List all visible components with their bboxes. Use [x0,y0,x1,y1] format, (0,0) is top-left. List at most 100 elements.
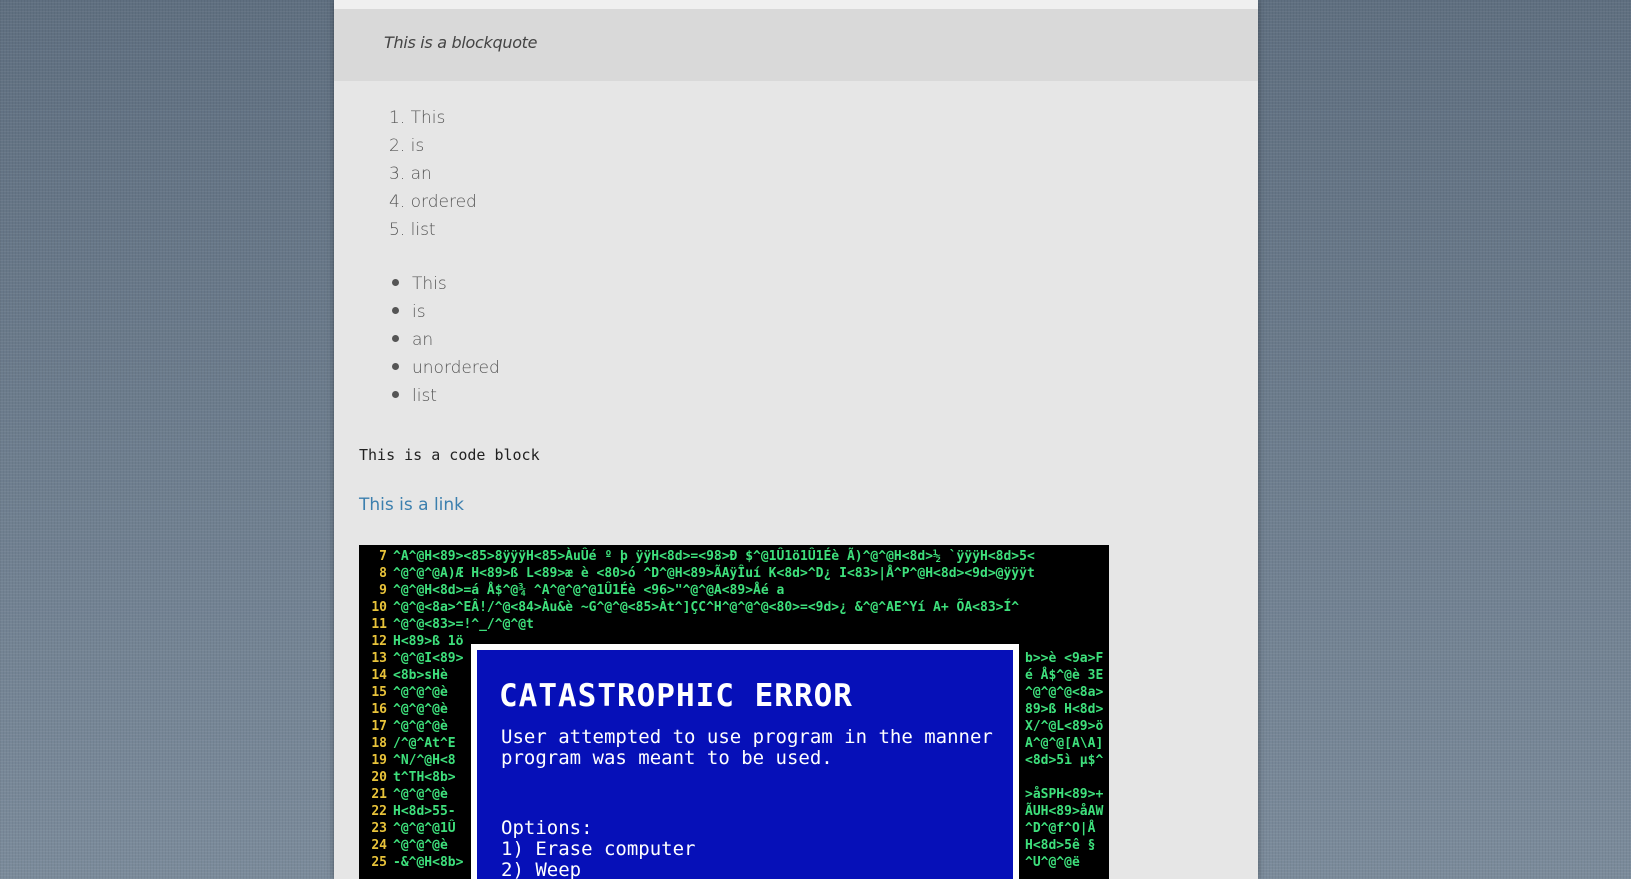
dialog-message-line2: program was meant to be used. [501,747,833,769]
line-number: 23 [371,821,387,836]
line-number: 24 [371,838,387,853]
line-text: ^@^@^@A)Æ H<89>ß L<89>æ è <80>ó ^D^@H<89… [393,566,1035,581]
terminal-fragment: ^D^@f^O|Å [1025,821,1096,836]
line-text: ^@^@<83>=!^_/^@^@t [393,617,534,632]
line-number: 20 [371,770,387,785]
terminal-line: 10 ^@^@<8a>^EÂ!/^@<84>Àu&è ~G^@^@<85>Àt^]… [359,600,1019,617]
line-number: 10 [371,600,387,615]
list-item-text: an [412,330,434,350]
line-number: 12 [371,634,387,649]
blockquote-text: This is a blockquote [384,33,538,52]
terminal-line: 7 ^A^@H<89><85>8ÿÿÿH<85>ÀuÛé º þ ÿÿH<8d>=… [359,549,1035,566]
terminal-line: 21 ^@^@^@è [359,787,448,804]
ordered-list-item: 2. is [389,136,425,156]
terminal-fragment: b>>è <9a>F [1025,651,1104,666]
terminal-fragment: 89>ß H<8d> [1025,702,1104,717]
unordered-list-item: This [389,274,500,302]
terminal-fragment: H<8d>5ê § [1025,838,1096,853]
line-number: 21 [371,787,387,802]
dialog-options-label: Options: [501,817,593,839]
line-text: ^A^@H<89><85>8ÿÿÿH<85>ÀuÛé º þ ÿÿH<8d>=<… [393,549,1035,564]
terminal-fragment: <8d>5ì µ$^ [1025,753,1104,768]
bullet-icon [392,335,399,342]
terminal-line: 20 t^TH<8b> [359,770,456,787]
line-number: 16 [371,702,387,717]
line-number: 17 [371,719,387,734]
blockquote: This is a blockquote [334,9,1258,81]
line-number: 13 [371,651,387,666]
terminal-fragment: ÃUH<89>åAW [1025,804,1104,819]
line-text: ^@^@^@è [393,838,448,853]
bullet-icon [392,279,399,286]
line-text: H<89>ß 1ö [393,634,464,649]
error-meme-image: 7 ^A^@H<89><85>8ÿÿÿH<85>ÀuÛé º þ ÿÿH<8d>=… [359,545,1109,879]
line-text: ^@^@<8a>^EÂ!/^@<84>Àu&è ~G^@^@<85>Àt^]ÇC… [393,600,1020,615]
ordered-list-item: 1. This [389,108,446,128]
list-item-text: unordered [412,358,500,378]
unordered-list: This is an unordered list [389,274,500,414]
line-number: 25 [371,855,387,870]
terminal-line: 9 ^@^@H<8d>=á Å$^@¾ ^A^@^@^@1Û1Éè <96>"^@… [359,583,784,600]
unordered-list-item: list [389,386,500,414]
top-strip [334,0,1258,9]
line-text: /^@^At^E [393,736,456,751]
error-dialog: CATASTROPHIC ERROR User attempted to use… [471,644,1019,879]
line-number: 11 [371,617,387,632]
terminal-line: 18 /^@^At^E [359,736,456,753]
terminal-line: 19 ^N/^@H<8 [359,753,456,770]
line-number: 19 [371,753,387,768]
line-number: 9 [379,583,387,598]
code-block: This is a code block [359,446,540,464]
line-text: ^@^@H<8d>=á Å$^@¾ ^A^@^@^@1Û1Éè <96>"^@^… [393,583,785,598]
ordered-list: 1. This 2. is 3. an 4. ordered 5. list [389,108,477,248]
dialog-option-1: 1) Erase computer [501,838,696,860]
dialog-title: CATASTROPHIC ERROR [499,678,853,714]
terminal-line: 13 ^@^@I<89> [359,651,463,668]
list-item-text: is [412,302,426,322]
terminal-line: 16 ^@^@^@è [359,702,448,719]
example-link[interactable]: This is a link [359,495,464,515]
line-number: 14 [371,668,387,683]
list-item-text: list [412,386,437,406]
ordered-list-item: 3. an [389,164,432,184]
line-text: <8b>sHè [393,668,448,683]
terminal-line: 14 <8b>sHè [359,668,448,685]
terminal-line: 24 ^@^@^@è [359,838,448,855]
dialog-option-2: 2) Weep [501,859,582,879]
terminal-line: 23 ^@^@^@1Û [359,821,455,838]
line-text: ^@^@^@è [393,719,448,734]
terminal-fragment: ^U^@^@ë [1025,855,1080,870]
terminal-line: 15 ^@^@^@è [359,685,447,702]
bullet-icon [392,307,399,314]
ordered-list-item: 5. list [389,220,436,240]
line-text: t^TH<8b> [393,770,456,785]
ordered-list-item: 4. ordered [389,192,477,212]
line-number: 18 [371,736,387,751]
terminal-fragment: ^@^@^@<8a> [1025,685,1104,700]
line-number: 8 [379,566,387,581]
terminal-fragment: >åSPH<89>+ [1025,787,1104,802]
line-number: 7 [379,549,387,564]
terminal-fragment: A^@^@[A\A] [1025,736,1104,751]
dialog-message-line1: User attempted to use program in the man… [501,726,993,748]
line-text: ^@^@^@è [393,702,448,717]
terminal-line: 8 ^@^@^@A)Æ H<89>ß L<89>æ è <80>ó ^D^@H<8… [359,566,1035,583]
unordered-list-item: unordered [389,358,500,386]
terminal-fragment: é Å$^@è 3E [1025,668,1104,683]
terminal-line: 12 H<89>ß 1ö [359,634,463,651]
terminal-line: 22 H<8d>55- [359,804,455,821]
terminal-fragment: X/^@L<89>ö [1025,719,1104,734]
terminal-line: 11 ^@^@<83>=!^_/^@^@t [359,617,534,634]
terminal-line: 25 -&^@H<8b> [359,855,463,872]
bullet-icon [392,363,399,370]
line-text: ^N/^@H<8 [393,753,456,768]
list-item-text: This [412,274,447,294]
line-number: 22 [371,804,387,819]
bullet-icon [392,391,399,398]
unordered-list-item: is [389,302,500,330]
line-text: ^@^@^@è [393,787,448,802]
content-panel: This is a blockquote 1. This 2. is 3. an… [334,0,1258,879]
line-text: -&^@H<8b> [393,855,464,870]
terminal-line: 17 ^@^@^@è [359,719,448,736]
line-number: 15 [371,685,387,700]
